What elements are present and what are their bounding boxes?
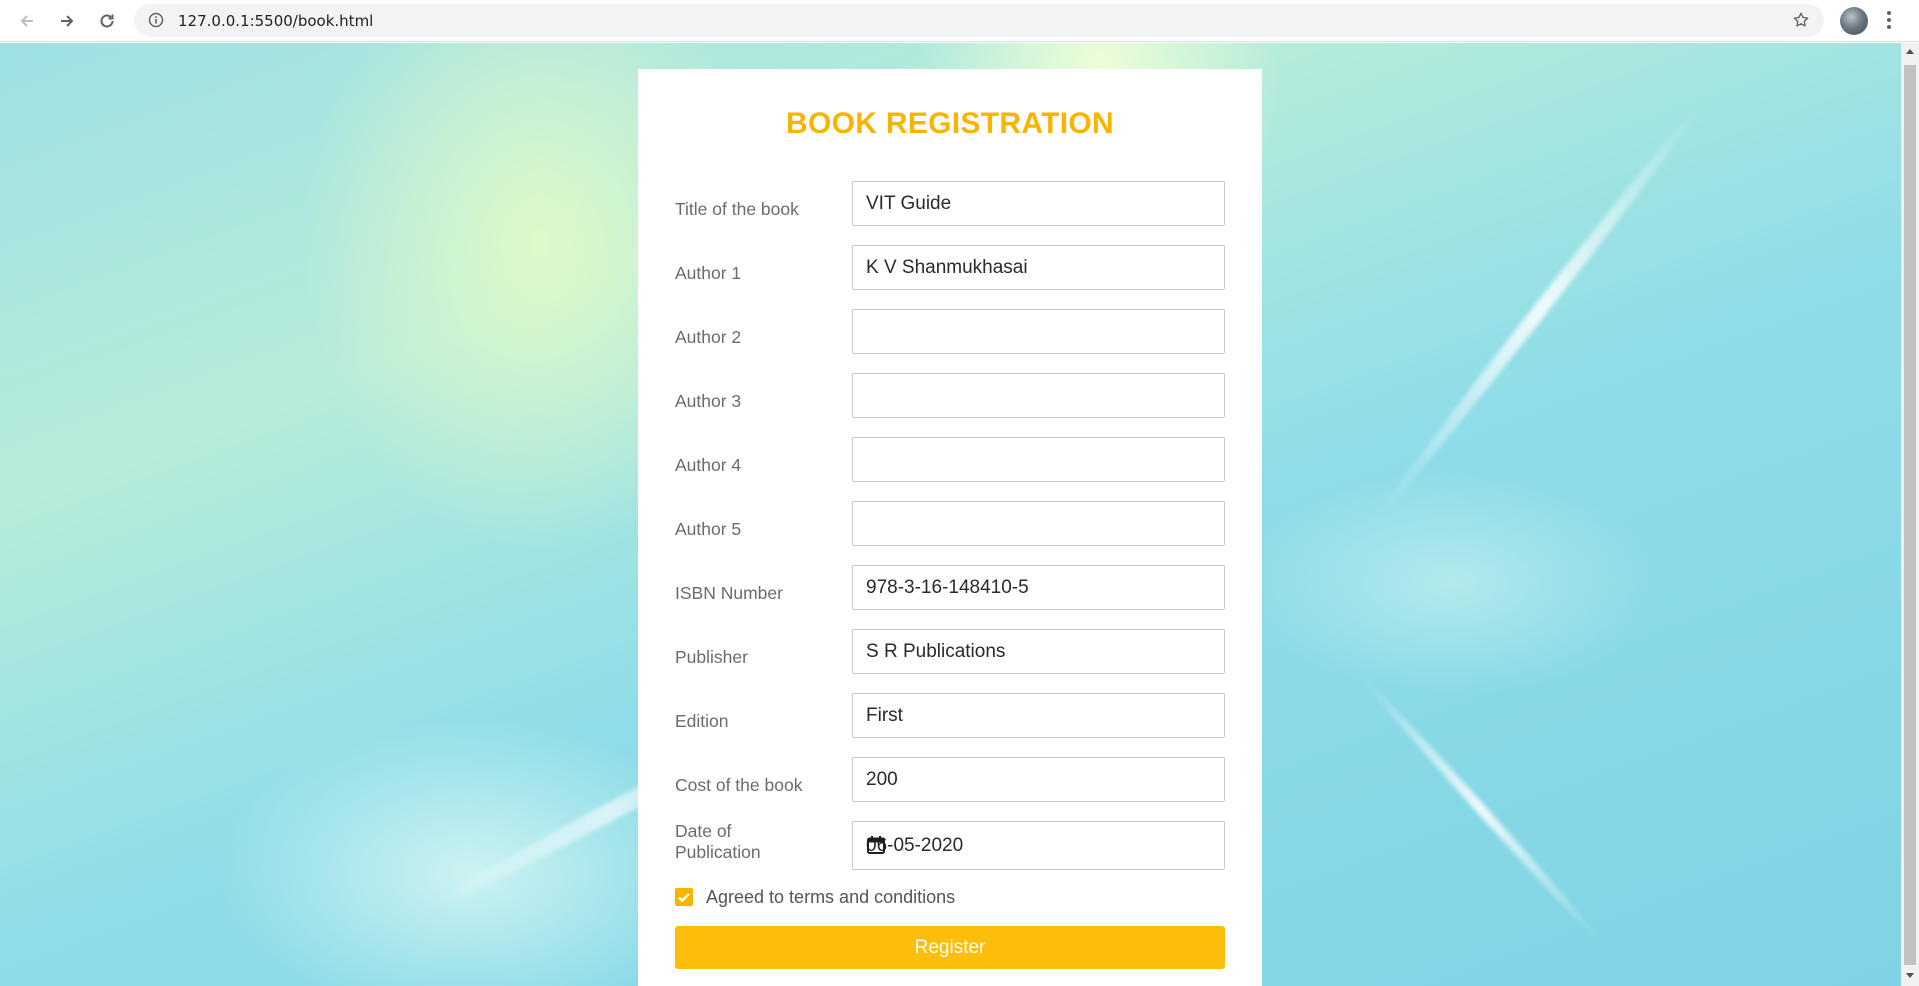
title-input[interactable]: VIT Guide xyxy=(852,181,1225,226)
publisher-label: Publisher xyxy=(675,647,748,667)
title-value: VIT Guide xyxy=(866,193,952,214)
author4-input[interactable] xyxy=(852,437,1225,482)
browser-toolbar: 127.0.0.1:5500/book.html xyxy=(0,0,1919,42)
author2-input[interactable] xyxy=(852,309,1225,354)
info-icon[interactable] xyxy=(148,12,164,33)
form-title: BOOK REGISTRATION xyxy=(786,107,1114,140)
isbn-label: ISBN Number xyxy=(675,583,783,603)
scroll-up-icon[interactable] xyxy=(1906,49,1914,54)
cost-input[interactable]: 200 xyxy=(852,757,1225,802)
date-label-line2: Publication xyxy=(675,842,761,862)
profile-avatar[interactable] xyxy=(1840,7,1868,35)
address-url[interactable]: 127.0.0.1:5500/book.html xyxy=(178,12,373,30)
bookmark-star-icon[interactable] xyxy=(1792,11,1810,34)
author1-input[interactable]: K V Shanmukhasai xyxy=(852,245,1225,290)
date-label: Date of Publication xyxy=(675,821,845,863)
author5-label: Author 5 xyxy=(675,519,742,539)
back-icon[interactable] xyxy=(12,6,42,36)
checkmark-icon xyxy=(678,892,690,903)
background-light-streak xyxy=(1374,100,1706,520)
calendar-icon[interactable] xyxy=(866,835,1206,861)
title-label: Title of the book xyxy=(675,199,799,219)
scroll-thumb[interactable] xyxy=(1904,65,1916,965)
background-light-streak xyxy=(1355,670,1605,946)
address-bar[interactable]: 127.0.0.1:5500/book.html xyxy=(134,4,1824,37)
cost-label: Cost of the book xyxy=(675,775,803,795)
cost-value: 200 xyxy=(866,769,898,790)
author1-label: Author 1 xyxy=(675,263,742,283)
author2-label: Author 2 xyxy=(675,327,742,347)
vertical-scrollbar[interactable] xyxy=(1901,43,1919,986)
author5-input[interactable] xyxy=(852,501,1225,546)
author3-label: Author 3 xyxy=(675,391,742,411)
author3-input[interactable] xyxy=(852,373,1225,418)
publication-date-input[interactable]: 06-05-2020 xyxy=(852,821,1225,870)
isbn-input[interactable]: 978-3-16-148410-5 xyxy=(852,565,1225,610)
author4-label: Author 4 xyxy=(675,455,742,475)
date-label-line1: Date of xyxy=(675,821,732,841)
publisher-input[interactable]: S R Publications xyxy=(852,629,1225,674)
isbn-value: 978-3-16-148410-5 xyxy=(866,577,1029,598)
edition-input[interactable]: First xyxy=(852,693,1225,738)
edition-label: Edition xyxy=(675,711,729,731)
publisher-value: S R Publications xyxy=(866,641,1006,662)
edition-value: First xyxy=(866,705,903,726)
reload-icon[interactable] xyxy=(92,6,122,36)
author1-value: K V Shanmukhasai xyxy=(866,257,1028,278)
terms-label[interactable]: Agreed to terms and conditions xyxy=(706,887,955,908)
page-background: BOOK REGISTRATION Title of the book VIT … xyxy=(0,43,1901,986)
register-button[interactable]: Register xyxy=(675,926,1225,969)
registration-card: BOOK REGISTRATION Title of the book VIT … xyxy=(638,69,1262,986)
menu-dots-icon[interactable] xyxy=(1884,9,1894,36)
terms-checkbox[interactable] xyxy=(675,888,693,906)
forward-icon[interactable] xyxy=(52,6,82,36)
scroll-down-icon[interactable] xyxy=(1906,973,1914,978)
